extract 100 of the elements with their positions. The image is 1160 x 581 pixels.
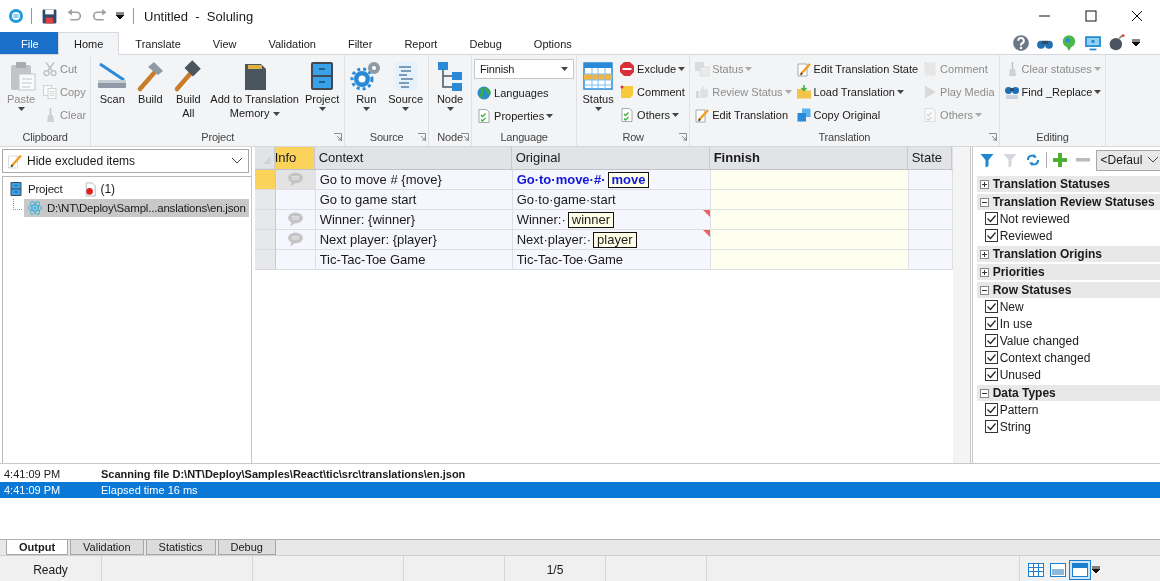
checkbox[interactable] (984, 420, 998, 433)
log-entry[interactable]: 4:41:09 PM Elapsed time 16 ms (0, 482, 1160, 498)
filter-option[interactable]: Value changed (976, 332, 1160, 349)
column-header[interactable]: Original (511, 147, 710, 169)
squares-icon (795, 107, 812, 123)
ribbon-button[interactable]: Load Translation (793, 81, 921, 103)
column-header[interactable]: Info (274, 147, 315, 169)
filter-option[interactable]: Pattern (976, 401, 1160, 418)
view-button[interactable] (1048, 561, 1068, 579)
ribbon-button[interactable]: Source (385, 58, 427, 111)
ribbon-tab[interactable]: Debug (453, 32, 518, 54)
table-cell: Winner: {winner} (315, 210, 513, 230)
filter-option[interactable]: New (976, 298, 1160, 315)
ribbon-button[interactable]: Node (431, 58, 470, 111)
filter-option[interactable]: Reviewed (976, 227, 1160, 244)
launcher-icon[interactable] (679, 133, 688, 141)
file-tab[interactable]: File (0, 32, 58, 54)
row-header[interactable] (254, 170, 276, 190)
filter-option[interactable]: String (976, 418, 1160, 435)
help-button[interactable] (1010, 33, 1032, 53)
checkbox[interactable] (984, 351, 998, 364)
translation-cell[interactable] (710, 170, 909, 190)
filter-option[interactable]: Not reviewed (976, 210, 1160, 227)
ribbon-tab[interactable]: Translate (119, 32, 197, 54)
ribbon-button[interactable]: Add to Translation Memory (207, 58, 302, 120)
checkbox[interactable] (984, 368, 998, 381)
panel-tab[interactable]: Output (6, 540, 69, 555)
ribbon-button[interactable]: Run (347, 58, 386, 111)
ribbon-button[interactable]: Find _Replace (1001, 81, 1104, 103)
view-button[interactable] (1026, 561, 1046, 579)
row-header[interactable] (254, 250, 276, 270)
ribbon-tab[interactable]: View (196, 32, 253, 54)
translation-cell[interactable] (710, 250, 909, 270)
ribbon-tab[interactable]: Validation (252, 32, 332, 54)
ribbon-button[interactable]: Scan (93, 58, 132, 106)
launcher-icon[interactable] (988, 133, 997, 141)
translation-cell[interactable] (710, 210, 909, 230)
funnel-icon (1001, 152, 1018, 168)
caret-icon (1092, 566, 1100, 574)
ribbon-tab[interactable]: Home (58, 32, 120, 55)
section-header[interactable]: Row Statuses (976, 282, 1160, 298)
ribbon-button[interactable]: Comment (617, 81, 688, 103)
row-header[interactable] (254, 230, 276, 250)
help-icon (1012, 34, 1030, 52)
column-header[interactable]: Context (314, 147, 512, 169)
ribbon-tab[interactable]: Filter (331, 32, 389, 54)
view-button[interactable] (1070, 561, 1090, 579)
panel-tab[interactable]: Validation (70, 540, 144, 555)
ribbon-button[interactable]: Build All (169, 58, 208, 120)
section-header[interactable]: Translation Review Statuses (976, 194, 1160, 210)
panel-tab[interactable]: Statistics (145, 540, 216, 555)
filter-option[interactable]: Unused (976, 366, 1160, 383)
checkbox[interactable] (984, 229, 998, 242)
checkbox[interactable] (984, 403, 998, 416)
ribbon-button[interactable]: Project (301, 58, 343, 111)
ribbon-button[interactable]: Build (131, 58, 170, 106)
filter-option[interactable]: In use (976, 315, 1160, 332)
tree-item[interactable]: Project (5, 180, 66, 198)
thumb-icon (694, 84, 711, 100)
column-header[interactable]: State (907, 147, 952, 169)
ribbon-button[interactable]: Status (579, 58, 618, 111)
launcher-icon[interactable] (418, 133, 427, 141)
ribbon-tab[interactable]: Options (517, 32, 588, 54)
ribbon-options-button[interactable] (1130, 38, 1142, 48)
section-header[interactable]: Translation Statuses (976, 176, 1160, 192)
ribbon-tab[interactable]: Report (388, 32, 454, 54)
customize-button[interactable] (114, 11, 126, 21)
launcher-icon[interactable] (334, 133, 343, 141)
column-header[interactable]: Finnish (709, 147, 908, 169)
row-header[interactable] (254, 210, 276, 230)
row-header[interactable] (254, 190, 276, 210)
section-header[interactable]: Data Types (976, 385, 1160, 401)
checkbox[interactable] (984, 334, 998, 347)
language-dropdown[interactable]: Finnish (474, 59, 575, 79)
checkbox[interactable] (984, 212, 998, 225)
ribbon-button[interactable]: Edit Translation State (793, 58, 921, 80)
ribbon-button[interactable]: Languages (474, 82, 575, 104)
checklist-icon (476, 108, 493, 124)
ribbon-button[interactable]: Properties (474, 105, 575, 127)
ribbon-button[interactable]: Exclude (617, 58, 688, 80)
checkbox[interactable] (984, 300, 998, 313)
tree-item[interactable]: D:\NT\Deploy\Sampl...anslations\en.json (24, 199, 249, 217)
translation-cell[interactable] (710, 230, 909, 250)
filter-dropdown[interactable]: Hide excluded items (2, 149, 249, 173)
ribbon-button[interactable]: Edit Translation (692, 104, 794, 126)
launcher-icon[interactable] (461, 133, 470, 141)
log-entry[interactable]: 4:41:09 PM Scanning file D:\NT\Deploy\Samples\React\tic\src\translations\en.json (0, 466, 1160, 482)
filter-option[interactable]: Context changed (976, 349, 1160, 366)
checkbox[interactable] (984, 317, 998, 330)
monitor-button[interactable] (1082, 33, 1104, 53)
corner-cell[interactable] (254, 147, 275, 169)
panel-tab[interactable]: Debug (217, 540, 276, 555)
ribbon-button[interactable]: Others (617, 104, 688, 126)
translation-cell[interactable] (710, 190, 909, 210)
globe-icon (476, 85, 493, 101)
section-header[interactable]: Priorities (976, 264, 1160, 280)
section-header[interactable]: Translation Origins (976, 246, 1160, 262)
chevron-icon (1147, 157, 1158, 163)
preset-dropdown[interactable]: <Defaul (1095, 149, 1160, 171)
ribbon-button[interactable]: Copy Original (793, 104, 921, 126)
